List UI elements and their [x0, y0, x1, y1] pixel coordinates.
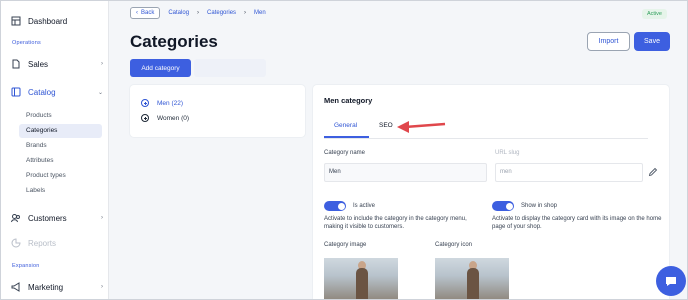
chat-icon [666, 277, 676, 286]
annotation-arrow [397, 121, 446, 133]
chat-button[interactable] [656, 266, 686, 296]
app-window: Dashboard Operations Sales › Catalog ⌄ P… [0, 0, 688, 300]
